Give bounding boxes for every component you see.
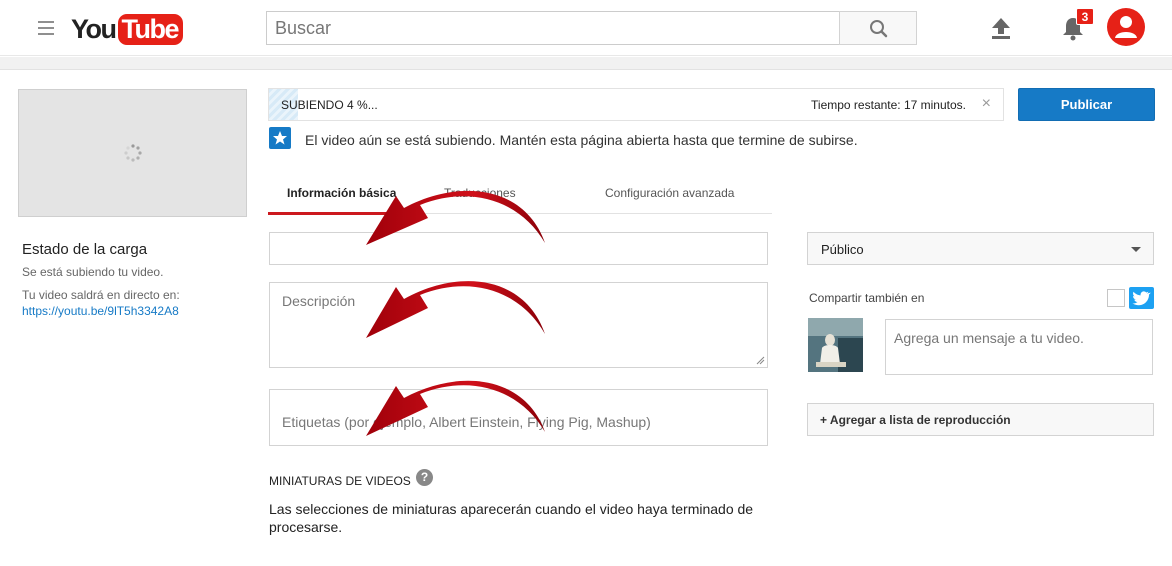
share-label: Compartir también en xyxy=(809,291,925,305)
search-icon xyxy=(870,20,888,38)
video-url-link[interactable]: https://youtu.be/9lT5h3342A8 xyxy=(22,304,179,318)
search-button[interactable] xyxy=(839,11,917,45)
youtube-logo[interactable]: You Tube xyxy=(71,13,183,45)
tab-translations[interactable]: Traducciones xyxy=(444,186,516,200)
upload-notice: El video aún se está subiendo. Mantén es… xyxy=(305,132,858,148)
title-input[interactable] xyxy=(269,232,768,265)
upload-progress-bar: SUBIENDO 4 %... Tiempo restante: 17 minu… xyxy=(268,88,1004,121)
resize-handle-icon[interactable] xyxy=(755,355,765,365)
menu-icon[interactable] xyxy=(38,21,54,35)
cancel-upload-icon[interactable]: × xyxy=(982,96,991,112)
thumbnails-heading: MINIATURAS DE VIDEOS xyxy=(269,474,411,488)
tab-basic-info[interactable]: Información básica xyxy=(287,186,396,200)
add-to-playlist-label: + Agregar a lista de reproducción xyxy=(820,413,1011,427)
loading-spinner-icon xyxy=(124,144,142,162)
active-tab-indicator xyxy=(268,212,398,215)
privacy-select-value: Público xyxy=(821,242,864,257)
upload-progress-label: SUBIENDO 4 %... xyxy=(281,98,378,112)
header-divider-bar xyxy=(0,57,1172,70)
privacy-select[interactable]: Público xyxy=(807,232,1154,265)
tags-input[interactable] xyxy=(269,389,768,446)
description-input[interactable] xyxy=(269,282,768,368)
notifications-count-badge[interactable]: 3 xyxy=(1076,8,1094,25)
share-video-thumbnail-image xyxy=(808,318,863,372)
user-icon xyxy=(1115,16,1137,38)
help-icon[interactable]: ? xyxy=(416,469,433,486)
upload-status-title: Estado de la carga xyxy=(22,241,148,258)
logo-text-you: You xyxy=(71,13,117,44)
twitter-icon[interactable] xyxy=(1129,287,1154,309)
upload-status-text: Se está subiendo tu video. xyxy=(22,265,164,279)
upload-icon[interactable] xyxy=(990,16,1012,40)
search-input[interactable] xyxy=(266,11,839,45)
live-url-label: Tu video saldrá en directo en: xyxy=(22,288,180,302)
time-remaining: Tiempo restante: 17 minutos. xyxy=(811,98,966,112)
top-header: You Tube 3 xyxy=(0,0,1172,56)
publish-button[interactable]: Publicar xyxy=(1018,88,1155,121)
account-avatar[interactable] xyxy=(1107,8,1145,46)
logo-text-tube: Tube xyxy=(117,13,183,45)
thumbnails-message: Las selecciones de miniaturas aparecerán… xyxy=(269,501,754,535)
star-icon xyxy=(269,127,291,149)
edit-tabs: Información básica Traducciones Configur… xyxy=(268,175,772,215)
share-twitter-checkbox[interactable] xyxy=(1107,289,1125,307)
chevron-down-icon xyxy=(1131,247,1141,252)
add-to-playlist-button[interactable]: + Agregar a lista de reproducción xyxy=(807,403,1154,436)
tab-advanced-settings[interactable]: Configuración avanzada xyxy=(605,186,734,200)
share-message-input[interactable] xyxy=(885,319,1153,375)
